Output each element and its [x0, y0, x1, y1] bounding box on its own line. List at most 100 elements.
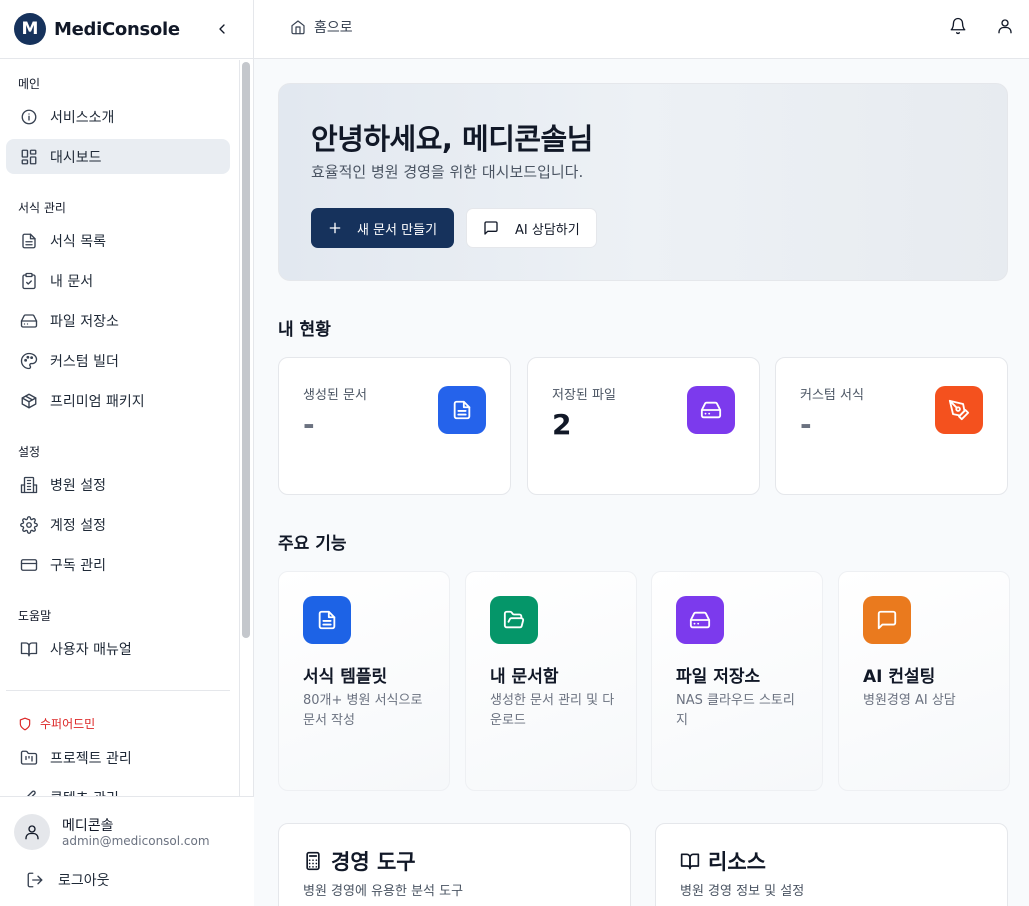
stat-card-documents[interactable]: 생성된 문서 - — [278, 357, 511, 495]
admin-section-text: 수퍼어드민 — [40, 717, 96, 731]
notifications-button[interactable] — [949, 17, 969, 37]
stat-label: 생성된 문서 — [303, 388, 367, 403]
hard-drive-icon — [20, 313, 38, 328]
plus-icon — [329, 222, 341, 234]
home-icon — [291, 20, 305, 35]
feature-desc: 80개+ 병원 서식으로 문서 작성 — [303, 693, 423, 728]
folder-open-icon — [503, 610, 525, 629]
building-icon — [20, 476, 38, 493]
sidebar-item-user-manual[interactable]: 사용자 매뉴얼 — [6, 631, 230, 666]
management-tools-card[interactable]: 경영 도구 병원 경영에 유용한 분석 도구 — [278, 823, 631, 906]
logout-button[interactable]: 로그아웃 — [26, 870, 110, 890]
bell-icon — [950, 17, 966, 35]
sidebar-item-subscription[interactable]: 구독 관리 — [6, 547, 230, 582]
user-name: 메디콘솔 — [62, 818, 114, 834]
file-text-icon — [318, 610, 336, 630]
features-section-title: 주요 기능 — [278, 534, 347, 554]
sidebar-item-file-storage[interactable]: 파일 저장소 — [6, 303, 230, 338]
stat-label: 커스텀 서식 — [800, 388, 864, 403]
collapse-sidebar-button[interactable] — [210, 17, 234, 41]
layout-dashboard-icon — [21, 149, 37, 164]
home-link-label: 홈으로 — [314, 20, 353, 36]
feature-card-file-storage[interactable]: 파일 저장소 NAS 클라우드 스토리지 — [651, 571, 823, 791]
sidebar-scrollbar-thumb[interactable] — [242, 62, 250, 638]
feature-title: 파일 저장소 — [676, 667, 761, 687]
user-icon — [25, 825, 39, 840]
stat-icon-box — [935, 386, 983, 434]
avatar[interactable] — [14, 814, 50, 850]
management-tools-title: 경영 도구 — [331, 850, 416, 874]
ai-consult-button[interactable]: AI 상담하기 — [466, 208, 597, 248]
new-document-label: 새 문서 만들기 — [357, 222, 438, 238]
feature-icon-box — [303, 596, 351, 644]
profile-button[interactable] — [996, 17, 1016, 37]
section-label-admin: 수퍼어드민 — [18, 715, 95, 732]
feature-desc: 생성한 문서 관리 및 다운로드 — [490, 693, 615, 728]
app-name: MediConsole — [54, 18, 180, 40]
resources-subtitle: 병원 경영 정보 및 설정 — [680, 884, 805, 899]
hard-drive-icon — [700, 401, 722, 419]
edit-icon — [26, 790, 36, 796]
sidebar-nav: 메인 서비스소개 대시보드 서식 관리 서식 목록 내 문서 파일 저장소 커스… — [0, 60, 239, 796]
calculator-icon — [306, 851, 320, 871]
feature-card-ai-consulting[interactable]: AI 컨설팅 병원경영 AI 상담 — [838, 571, 1010, 791]
feature-icon-box — [863, 596, 911, 644]
sidebar-item-my-docs[interactable]: 내 문서 — [6, 263, 230, 298]
message-square-icon — [484, 221, 498, 235]
sidebar-item-hospital-settings[interactable]: 병원 설정 — [6, 467, 230, 502]
stat-label: 저장된 파일 — [552, 388, 616, 403]
package-icon — [21, 393, 37, 408]
feature-card-my-docs[interactable]: 내 문서함 생성한 문서 관리 및 다운로드 — [465, 571, 637, 791]
sidebar-item-account-settings[interactable]: 계정 설정 — [6, 507, 230, 542]
home-link[interactable]: 홈으로 — [290, 17, 353, 37]
logout-label: 로그아웃 — [58, 873, 110, 889]
message-square-icon — [877, 610, 897, 630]
sidebar-item-label: 서비스소개 — [50, 109, 115, 126]
sidebar-item-label: 프리미엄 패키지 — [50, 393, 145, 410]
feature-icon-box — [490, 596, 538, 644]
stat-card-files[interactable]: 저장된 파일 2 — [527, 357, 760, 495]
info-icon — [21, 109, 37, 124]
sidebar-item-dashboard[interactable]: 대시보드 — [6, 139, 230, 174]
pen-tool-icon — [948, 399, 970, 421]
section-label-forms: 서식 관리 — [18, 201, 66, 215]
folder-kanban-icon — [20, 750, 38, 765]
sidebar-item-service-intro[interactable]: 서비스소개 — [6, 99, 230, 134]
sidebar-item-label: 계정 설정 — [50, 517, 106, 534]
welcome-subtitle: 효율적인 병원 경영을 위한 대시보드입니다. — [311, 163, 584, 181]
resources-header: 리소스 — [680, 846, 766, 876]
stat-icon-box — [687, 386, 735, 434]
sidebar-item-project-mgmt[interactable]: 프로젝트 관리 — [6, 740, 230, 775]
stat-card-custom-forms[interactable]: 커스텀 서식 - — [775, 357, 1008, 495]
sidebar-item-label: 사용자 매뉴얼 — [50, 641, 132, 658]
new-document-button[interactable]: 새 문서 만들기 — [311, 208, 454, 248]
sidebar-item-form-list[interactable]: 서식 목록 — [6, 223, 230, 258]
user-icon — [998, 19, 1012, 34]
feature-desc: 병원경영 AI 상담 — [863, 693, 956, 708]
shield-icon — [19, 717, 31, 730]
section-label-settings: 설정 — [18, 445, 41, 459]
resources-card[interactable]: 리소스 병원 경영 정보 및 설정 — [655, 823, 1008, 906]
sidebar-item-label: 프로젝트 관리 — [50, 750, 132, 767]
management-tools-header: 경영 도구 — [303, 846, 416, 876]
user-email: admin@mediconsol.com — [62, 834, 210, 848]
sidebar-item-label: 대시보드 — [50, 149, 102, 166]
clipboard-check-icon — [22, 272, 36, 289]
file-text-icon — [22, 233, 36, 248]
brand-logo: M — [14, 13, 46, 45]
sidebar-item-custom-builder[interactable]: 커스텀 빌더 — [6, 343, 230, 378]
welcome-title: 안녕하세요, 메디콘솔님 — [311, 122, 593, 156]
sidebar: M MediConsole 메인 서비스소개 대시보드 서식 관리 서식 목록 … — [0, 0, 254, 906]
stat-value: - — [303, 408, 315, 441]
sidebar-item-content-mgmt[interactable]: 콘텐츠 관리 — [6, 780, 230, 796]
section-label-main: 메인 — [18, 77, 41, 91]
feature-card-templates[interactable]: 서식 템플릿 80개+ 병원 서식으로 문서 작성 — [278, 571, 450, 791]
book-open-icon — [20, 641, 38, 656]
resources-title: 리소스 — [708, 850, 766, 874]
book-open-icon — [680, 853, 700, 870]
settings-icon — [20, 515, 38, 534]
sidebar-item-premium-package[interactable]: 프리미엄 패키지 — [6, 383, 230, 418]
stat-value: 2 — [552, 408, 572, 441]
feature-title: AI 컨설팅 — [863, 667, 936, 687]
stat-icon-box — [438, 386, 486, 434]
